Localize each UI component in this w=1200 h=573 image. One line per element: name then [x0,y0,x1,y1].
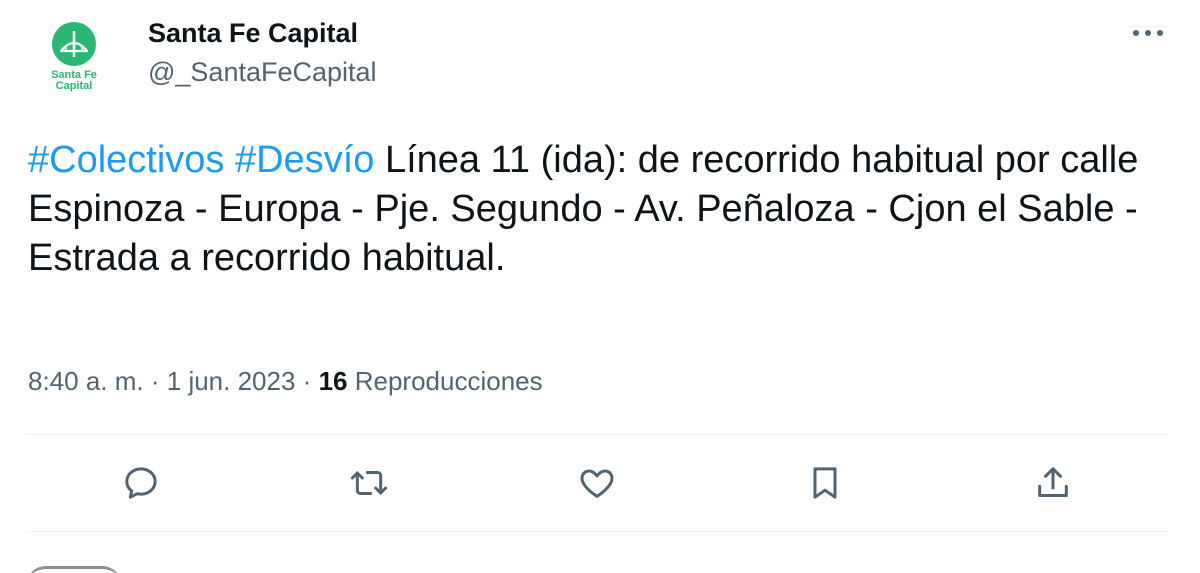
heart-icon [580,469,614,498]
bridge-logo-icon [52,22,96,66]
author-display-name[interactable]: Santa Fe Capital [148,16,377,50]
retweet-icon [350,471,388,495]
author-block: Santa Fe Capital @_SantaFeCapital [148,16,377,90]
author-handle[interactable]: @_SantaFeCapital [148,54,377,90]
more-options-button[interactable] [1128,18,1168,48]
reply-icon [125,467,157,499]
tweet-text: #Colectivos #Desvío Línea 11 (ida): de r… [28,136,1178,283]
meta-separator: · [302,366,312,396]
next-reply-avatar[interactable] [26,566,122,573]
divider [26,531,1168,532]
reply-button[interactable] [119,461,163,505]
bookmark-button[interactable] [803,461,847,505]
logo-text: Santa Fe Capital [51,69,97,92]
tweet-card: Santa Fe Capital Santa Fe Capital @_Sant… [0,0,1200,573]
hashtag-link[interactable]: #Colectivos [28,139,224,181]
views-label: Reproducciones [354,366,543,396]
meta-separator: · [150,366,160,396]
share-icon [1038,467,1068,497]
bookmark-icon [813,467,837,499]
action-bar [26,435,1168,531]
hashtag-link[interactable]: #Desvío [235,139,374,181]
tweet-time[interactable]: 8:40 a. m. [28,366,144,396]
share-button[interactable] [1031,461,1075,505]
avatar[interactable]: Santa Fe Capital [26,14,122,110]
tweet-meta: 8:40 a. m. · 1 jun. 2023 · 16 Reproducci… [28,364,543,398]
tweet-date[interactable]: 1 jun. 2023 [167,366,296,396]
more-icon [1133,30,1163,36]
retweet-button[interactable] [347,461,391,505]
like-button[interactable] [575,461,619,505]
views-count: 16 [318,366,348,396]
